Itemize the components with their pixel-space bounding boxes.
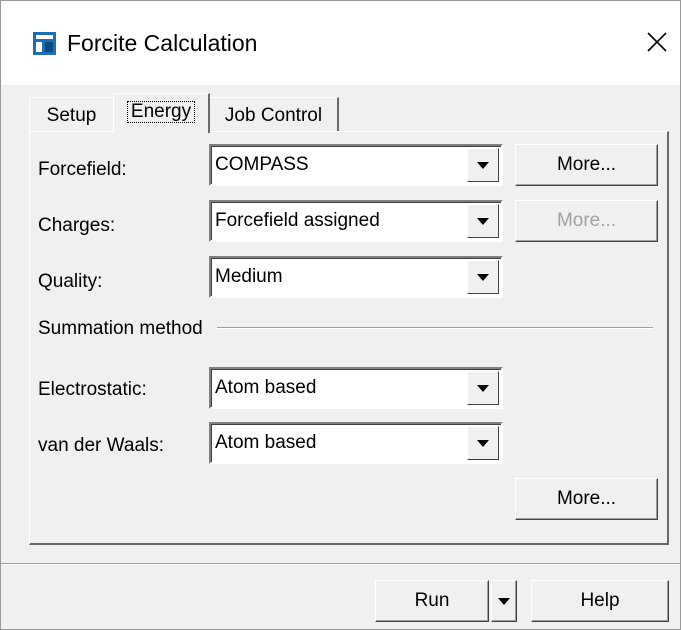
close-button[interactable]: [634, 19, 680, 65]
quality-value: Medium: [215, 266, 283, 287]
summation-more-button[interactable]: More...: [515, 478, 658, 520]
chevron-down-icon: [477, 217, 489, 225]
summation-method-heading: Summation method: [38, 318, 203, 339]
electrostatic-dropdown-button[interactable]: [467, 371, 499, 405]
quality-select[interactable]: Medium: [209, 256, 503, 298]
run-options-button[interactable]: [491, 580, 517, 622]
app-icon: [33, 32, 56, 55]
help-button[interactable]: Help: [531, 580, 669, 622]
electrostatic-value: Atom based: [215, 377, 317, 398]
tab-energy-label: Energy: [126, 101, 196, 123]
van-der-waals-label: van der Waals:: [38, 435, 165, 456]
chevron-down-icon: [498, 597, 510, 605]
title-bar: Forcite Calculation: [1, 1, 680, 85]
quality-label: Quality:: [38, 271, 103, 292]
group-divider: [217, 327, 653, 329]
forcite-calculation-dialog: Forcite Calculation Setup Energy Job Con…: [0, 0, 681, 630]
forcefield-label: Forcefield:: [38, 159, 127, 180]
forcefield-more-button[interactable]: More...: [515, 144, 658, 186]
tab-job-control[interactable]: Job Control: [209, 97, 339, 131]
tab-setup[interactable]: Setup: [29, 97, 114, 131]
chevron-down-icon: [477, 384, 489, 392]
window-title: Forcite Calculation: [67, 30, 258, 56]
charges-label: Charges:: [38, 215, 116, 236]
van-der-waals-value: Atom based: [215, 432, 317, 453]
forcefield-select[interactable]: COMPASS: [209, 144, 503, 186]
van-der-waals-dropdown-button[interactable]: [467, 426, 499, 460]
chevron-down-icon: [477, 439, 489, 447]
chevron-down-icon: [477, 161, 489, 169]
van-der-waals-select[interactable]: Atom based: [209, 422, 503, 464]
charges-dropdown-button[interactable]: [467, 204, 499, 238]
charges-value: Forcefield assigned: [215, 210, 380, 231]
close-icon: [647, 32, 667, 52]
tab-setup-label: Setup: [46, 105, 97, 126]
tab-energy[interactable]: Energy: [113, 93, 210, 133]
run-button[interactable]: Run: [375, 580, 489, 622]
electrostatic-label: Electrostatic:: [38, 379, 147, 400]
electrostatic-select[interactable]: Atom based: [209, 367, 503, 409]
forcefield-value: COMPASS: [215, 154, 309, 175]
charges-more-button: More...: [515, 200, 658, 242]
forcefield-dropdown-button[interactable]: [467, 148, 499, 182]
tab-job-control-label: Job Control: [224, 105, 323, 126]
charges-select[interactable]: Forcefield assigned: [209, 200, 503, 242]
chevron-down-icon: [477, 273, 489, 281]
quality-dropdown-button[interactable]: [467, 260, 499, 294]
footer-divider: [1, 563, 680, 565]
